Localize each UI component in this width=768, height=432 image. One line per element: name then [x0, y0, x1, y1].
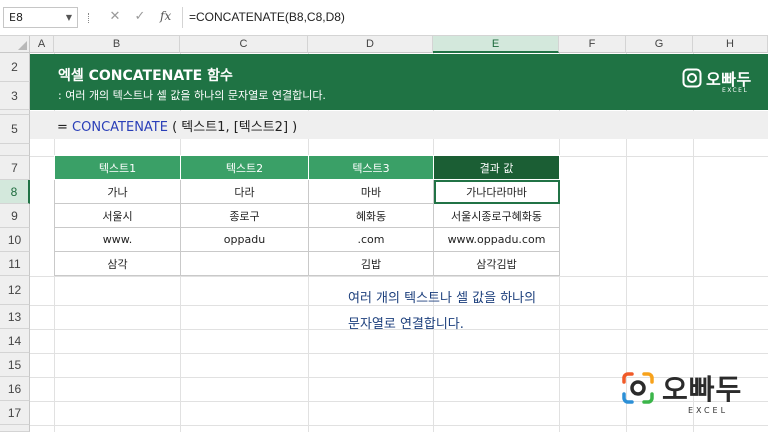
- banner-subtitle: : 여러 개의 텍스트나 셀 값을 하나의 문자열로 연결합니다.: [58, 89, 326, 102]
- select-all-button[interactable]: [0, 36, 30, 53]
- table-cell[interactable]: 삼각김밥: [433, 251, 560, 276]
- table-cell[interactable]: www.oppadu.com: [433, 227, 560, 252]
- table-cell[interactable]: 마바: [308, 179, 434, 204]
- column-header-f[interactable]: F: [559, 36, 626, 53]
- separator-handle[interactable]: [88, 13, 91, 23]
- column-header-e[interactable]: E: [433, 36, 559, 53]
- row-header[interactable]: 15: [0, 353, 30, 377]
- chevron-down-icon[interactable]: ▼: [66, 8, 72, 27]
- syntax-text: = CONCATENATE ( 텍스트1, [텍스트2] ): [57, 116, 297, 135]
- table-cell[interactable]: 혜화동: [308, 203, 434, 228]
- grid-line: [30, 276, 768, 277]
- note-line: 문자열로 연결합니다.: [348, 317, 464, 332]
- example-table: 텍스트1 텍스트2 텍스트3 결과 값 가나 다라 마바 가나다라마바 서울시 …: [54, 155, 560, 276]
- row-header[interactable]: 2: [0, 53, 30, 82]
- footer-logo: 오빠두 EXCEL: [620, 370, 760, 420]
- table-cell[interactable]: 김밥: [308, 251, 434, 276]
- explanation-note: 여러 개의 텍스트나 셀 값을 하나의 문자열로 연결합니다.: [348, 286, 536, 338]
- table-cell[interactable]: 서울시종로구혜화동: [433, 203, 560, 228]
- table-row: www. oppadu .com www.oppadu.com: [54, 227, 560, 252]
- column-header-c[interactable]: C: [180, 36, 308, 53]
- banner-title: 엑셀 CONCATENATE 함수: [58, 68, 233, 84]
- table-cell[interactable]: oppadu: [180, 227, 309, 252]
- table-header[interactable]: 텍스트2: [180, 155, 309, 180]
- table-cell[interactable]: 가나: [54, 179, 181, 204]
- table-header-row: 텍스트1 텍스트2 텍스트3 결과 값: [54, 155, 560, 180]
- name-box[interactable]: E8 ▼: [3, 7, 78, 28]
- grid-line: [30, 425, 768, 426]
- grid-line: [30, 353, 768, 354]
- banner-logo-sub: EXCEL: [722, 87, 749, 94]
- row-header[interactable]: 14: [0, 329, 30, 353]
- active-cell[interactable]: 가나다라마바: [433, 179, 560, 204]
- insert-function-icon[interactable]: fx: [160, 9, 171, 23]
- syntax-prefix: =: [57, 120, 68, 135]
- syntax-function: CONCATENATE: [72, 120, 168, 135]
- table-header-result[interactable]: 결과 값: [433, 155, 560, 180]
- row-header[interactable]: 5: [0, 115, 30, 144]
- column-header-g[interactable]: G: [626, 36, 693, 53]
- column-header-h[interactable]: H: [693, 36, 768, 53]
- footer-logo-text: 오빠두: [662, 373, 743, 406]
- title-banner: 엑셀 CONCATENATE 함수 : 여러 개의 텍스트나 셀 값을 하나의 …: [30, 54, 768, 110]
- row-header[interactable]: 3: [0, 82, 30, 110]
- table-cell[interactable]: 삼각: [54, 251, 181, 276]
- column-header-a[interactable]: A: [30, 36, 54, 53]
- table-cell[interactable]: .com: [308, 227, 434, 252]
- table-cell[interactable]: 서울시: [54, 203, 181, 228]
- table-cell[interactable]: [180, 251, 309, 276]
- formula-bar: E8 ▼ ✕ ✓ fx =CONCATENATE(B8,C8,D8): [0, 0, 768, 36]
- row-header[interactable]: 6: [0, 144, 30, 156]
- table-row: 삼각 김밥 삼각김밥: [54, 251, 560, 276]
- row-header[interactable]: 13: [0, 305, 30, 329]
- table-header[interactable]: 텍스트3: [308, 155, 434, 180]
- camera-logo-icon: [622, 372, 654, 404]
- row-header[interactable]: 9: [0, 204, 30, 228]
- row-header[interactable]: 18: [0, 425, 30, 432]
- table-header[interactable]: 텍스트1: [54, 155, 181, 180]
- table-row: 서울시 종로구 혜화동 서울시종로구혜화동: [54, 203, 560, 228]
- row-header[interactable]: 8: [0, 180, 30, 204]
- camera-logo-icon: [682, 68, 702, 88]
- note-line: 여러 개의 텍스트나 셀 값을 하나의: [348, 291, 537, 306]
- row-header[interactable]: 11: [0, 252, 30, 276]
- row-header[interactable]: 16: [0, 377, 30, 401]
- footer-logo-sub: EXCEL: [688, 406, 729, 415]
- row-header[interactable]: 17: [0, 401, 30, 425]
- column-header-b[interactable]: B: [54, 36, 180, 53]
- enter-icon[interactable]: ✓: [131, 9, 149, 24]
- banner-logo: 오빠두 EXCEL: [682, 66, 768, 100]
- table-cell[interactable]: 종로구: [180, 203, 309, 228]
- row-header[interactable]: 7: [0, 156, 30, 180]
- row-header[interactable]: 10: [0, 228, 30, 252]
- table-cell[interactable]: 다라: [180, 179, 309, 204]
- table-cell[interactable]: www.: [54, 227, 181, 252]
- formula-input[interactable]: =CONCATENATE(B8,C8,D8): [182, 7, 768, 28]
- cancel-icon[interactable]: ✕: [106, 9, 124, 24]
- row-header[interactable]: 12: [0, 276, 30, 305]
- syntax-args: ( 텍스트1, [텍스트2] ): [167, 120, 298, 135]
- name-box-value: E8: [9, 11, 23, 24]
- column-header-d[interactable]: D: [308, 36, 433, 53]
- table-row: 가나 다라 마바 가나다라마바: [54, 179, 560, 204]
